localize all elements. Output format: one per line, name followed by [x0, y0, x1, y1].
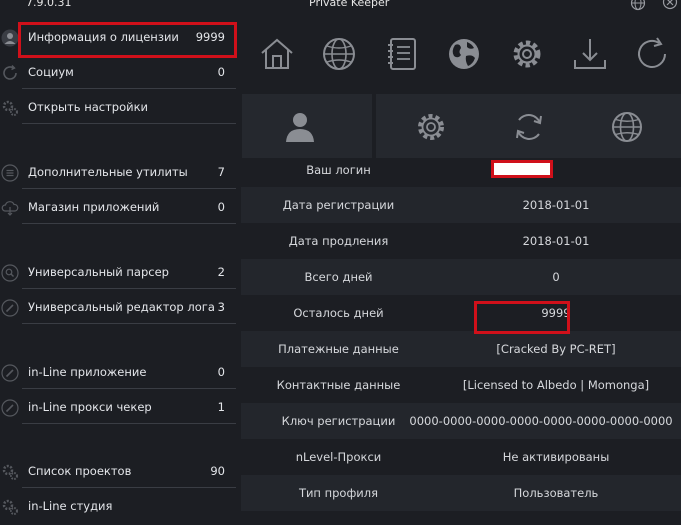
row-label: nLevel-Прокси	[295, 450, 382, 464]
row-label: Ваш логин	[306, 163, 371, 177]
row-label: Осталось дней	[293, 306, 384, 320]
title-bar: 7.9.0.31 Private Keeper	[0, 0, 681, 12]
sidebar-item-log-editor[interactable]: Универсальный редактор лога 3	[0, 290, 238, 324]
sidebar-item-count: 0	[217, 65, 225, 79]
row-label: Всего дней	[304, 270, 373, 284]
login-value-redacted	[491, 160, 553, 178]
cloud-download-icon	[1, 201, 19, 216]
table-row: Дата продления 2018-01-01	[241, 223, 681, 259]
row-label: Тип профиля	[298, 486, 379, 500]
globe-icon[interactable]	[321, 36, 357, 72]
divider	[22, 423, 236, 424]
refresh-icon	[3, 65, 17, 80]
sidebar-item-count: 0	[217, 200, 225, 214]
refresh-icon[interactable]	[512, 110, 546, 144]
row-label: Дата продления	[288, 234, 389, 248]
user-icon	[286, 113, 314, 142]
sidebar-item-label: in-Line приложение	[28, 365, 147, 379]
earth-icon[interactable]	[446, 36, 482, 72]
table-row: Платежные данные [Cracked By PC-RET]	[241, 331, 681, 367]
row-label: Контактные данные	[276, 378, 401, 392]
row-label: Дата регистрации	[282, 198, 395, 212]
settings-icon[interactable]	[414, 110, 448, 144]
sidebar-item-project-list[interactable]: Список проектов 90	[0, 454, 238, 488]
refresh-icon[interactable]	[634, 36, 670, 72]
pencil-icon	[1, 299, 19, 317]
search-icon	[1, 264, 19, 282]
divider	[22, 188, 236, 189]
globe-icon[interactable]	[610, 110, 644, 144]
sidebar-item-label: in-Line прокси чекер	[28, 400, 152, 414]
table-row: Ключ регистрации 0000-0000-0000-0000-000…	[241, 403, 681, 439]
sidebar-item-count: 3	[217, 300, 225, 314]
sidebar-item-label: in-Line студия	[28, 499, 113, 513]
row-value: 2018-01-01	[522, 198, 590, 212]
divider	[22, 223, 236, 224]
close-icon[interactable]	[662, 0, 678, 10]
row-value: Не активированы	[502, 450, 610, 464]
divider	[22, 88, 236, 89]
table-row: Контактные данные [Licensed to Albedo | …	[241, 367, 681, 403]
sidebar-item-label: Универсальный парсер	[28, 265, 169, 279]
row-value: 0	[552, 270, 560, 284]
divider	[22, 123, 236, 124]
user-icon	[1, 29, 19, 47]
sidebar-item-proxy-checker[interactable]: in-Line прокси чекер 1	[0, 390, 238, 424]
sidebar: Информация о лицензии 9999 Социум 0 Откр…	[0, 12, 238, 525]
table-row: Осталось дней 9999	[241, 295, 681, 331]
profile-actions	[376, 94, 681, 158]
divider	[22, 487, 236, 488]
sidebar-item-inline-studio[interactable]: in-Line студия	[0, 489, 238, 523]
language-globe-icon[interactable]	[630, 0, 646, 11]
sidebar-item-count: 0	[217, 365, 225, 379]
pencil-icon	[1, 364, 19, 382]
sidebar-item-count: 7	[217, 165, 225, 179]
divider	[22, 388, 236, 389]
row-value: 0000-0000-0000-0000-0000-0000-0000-0000	[409, 414, 673, 428]
row-value: 2018-01-01	[522, 234, 590, 248]
table-row: Всего дней 0	[241, 259, 681, 295]
table-row: Дата регистрации 2018-01-01	[241, 187, 681, 223]
sidebar-item-count: 1	[217, 400, 225, 414]
sidebar-item-label: Универсальный редактор лога	[28, 300, 215, 314]
divider	[22, 288, 236, 289]
divider	[22, 323, 236, 324]
settings-icon[interactable]	[509, 36, 545, 72]
sidebar-item-count: 2	[217, 265, 225, 279]
sidebar-item-label: Список проектов	[28, 464, 132, 478]
sidebar-item-universal-parser[interactable]: Универсальный парсер 2	[0, 255, 238, 289]
sidebar-item-label: Магазин приложений	[28, 200, 160, 214]
sidebar-item-socium[interactable]: Социум 0	[0, 55, 238, 89]
row-label: Платежные данные	[278, 342, 399, 356]
table-row: Тип профиля Пользователь	[241, 475, 681, 511]
sidebar-item-inline-app[interactable]: in-Line приложение 0	[0, 355, 238, 389]
sidebar-item-open-settings[interactable]: Открыть настройки	[0, 90, 238, 124]
sidebar-item-count: 90	[210, 464, 225, 478]
main-panel: Ваш логин Дата регистрации 2018-01-01 Да…	[241, 12, 681, 525]
sidebar-item-extra-utilities[interactable]: Дополнительные утилиты 7	[0, 155, 238, 189]
row-value: [Cracked By PC-RET]	[496, 342, 616, 356]
sidebar-item-app-store[interactable]: Магазин приложений 0	[0, 190, 238, 224]
gears-icon	[2, 499, 18, 515]
sidebar-item-label: Социум	[28, 65, 74, 79]
window-title: Private Keeper	[309, 0, 390, 9]
remaining-days-highlight	[474, 301, 570, 334]
gears-icon	[2, 464, 18, 480]
home-icon[interactable]	[259, 36, 295, 72]
table-row: nLevel-Прокси Не активированы	[241, 439, 681, 475]
sidebar-item-label: Дополнительные утилиты	[28, 165, 188, 179]
download-icon[interactable]	[572, 36, 608, 72]
gears-icon	[2, 100, 18, 116]
toolbar	[241, 12, 681, 94]
row-value: [Licensed to Albedo | Momonga]	[462, 378, 650, 392]
list-icon	[1, 164, 19, 182]
row-value: Пользователь	[513, 486, 599, 500]
profile-user-tab[interactable]	[242, 94, 372, 158]
sidebar-item-label: Открыть настройки	[28, 100, 149, 114]
app-version: 7.9.0.31	[26, 0, 72, 9]
selection-highlight	[18, 22, 237, 58]
notebook-icon[interactable]	[384, 36, 420, 72]
pencil-icon	[1, 399, 19, 417]
